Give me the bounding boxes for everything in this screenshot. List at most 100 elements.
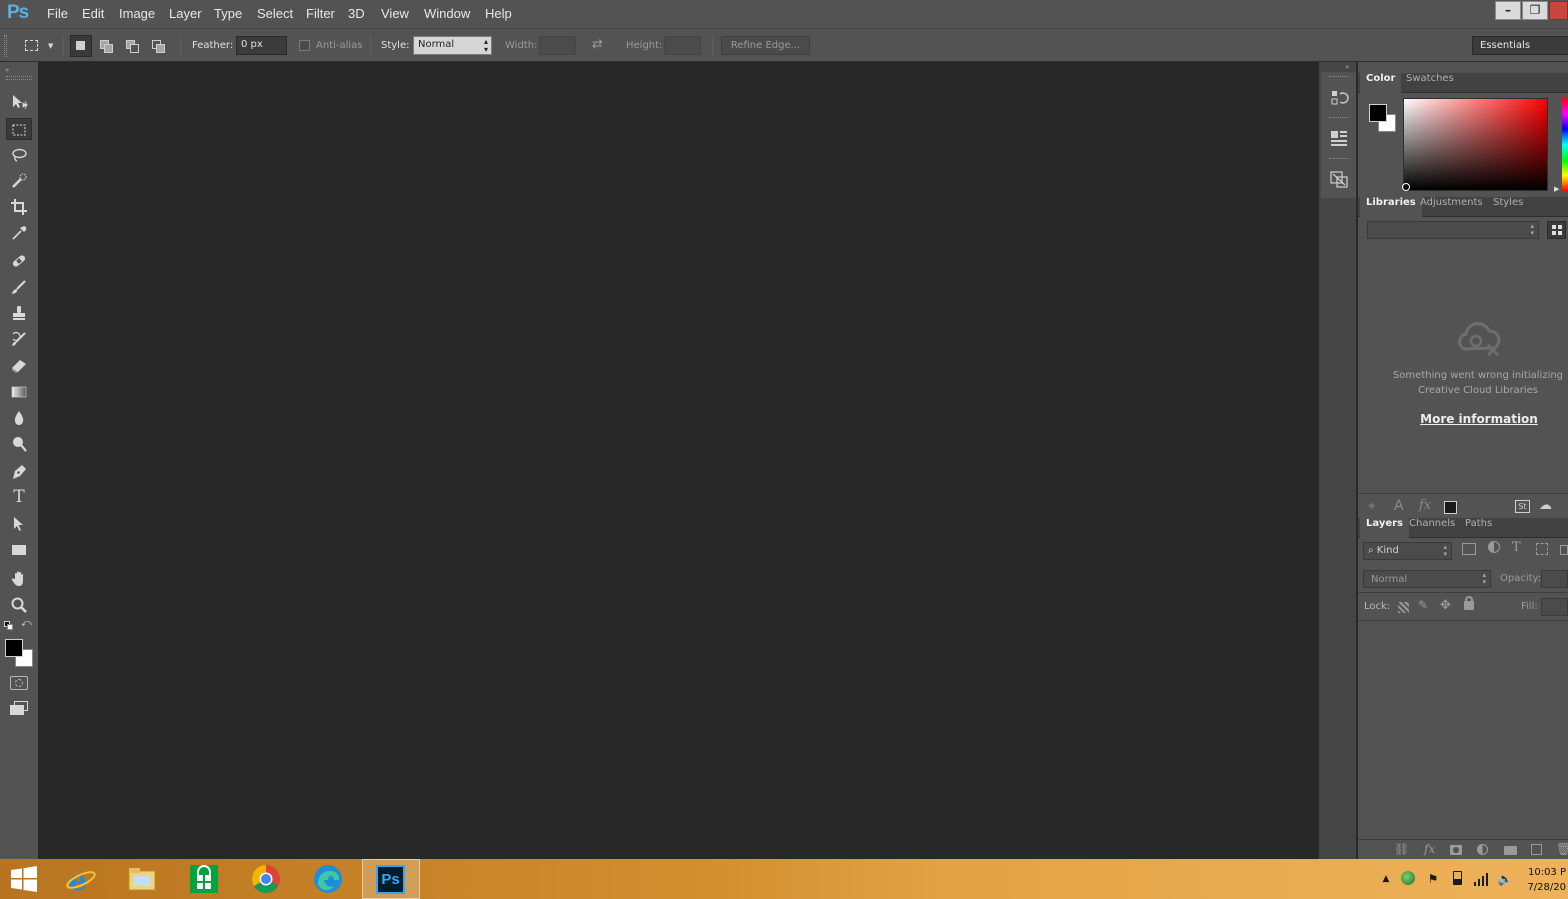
screen-mode-icon[interactable] (9, 701, 29, 717)
move-tool[interactable] (6, 91, 32, 113)
quick-selection-tool[interactable] (6, 170, 32, 192)
quick-mask-icon[interactable] (10, 676, 28, 690)
crop-tool[interactable] (6, 196, 32, 218)
link-layers-icon[interactable]: ⛓ (1394, 842, 1409, 856)
hue-slider[interactable] (1562, 98, 1568, 191)
menu-file[interactable]: File (47, 6, 68, 21)
new-layer-icon[interactable] (1531, 844, 1542, 855)
filter-pixel-icon[interactable] (1462, 543, 1476, 555)
lock-transparency-icon[interactable] (1398, 602, 1409, 613)
color-foreground-swatch[interactable] (1369, 104, 1387, 122)
add-character-style-icon[interactable]: A (1394, 498, 1404, 514)
tab-layers[interactable]: Layers (1360, 518, 1409, 538)
type-tool[interactable]: T (6, 487, 32, 509)
intersect-selection-button[interactable] (147, 35, 169, 57)
taskbar-store[interactable] (176, 859, 234, 899)
subtract-selection-button[interactable] (121, 35, 143, 57)
refine-edge-button[interactable]: Refine Edge... (721, 36, 810, 55)
zoom-tool[interactable] (6, 594, 32, 616)
trash-icon[interactable]: 🗑 (1556, 842, 1568, 856)
collapse-tools-icon[interactable]: » (5, 66, 9, 74)
show-hidden-icons-icon[interactable]: ▲ (1378, 871, 1394, 887)
workspace-switcher[interactable]: Essentials (1472, 36, 1568, 55)
menu-image[interactable]: Image (119, 6, 155, 21)
add-selection-button[interactable] (95, 35, 117, 57)
expand-panels-icon[interactable]: « (1345, 63, 1349, 71)
taskbar-edge[interactable] (300, 859, 358, 899)
grid-view-button[interactable] (1547, 221, 1566, 239)
menu-select[interactable]: Select (257, 6, 293, 21)
tab-paths[interactable]: Paths (1459, 518, 1498, 538)
close-button[interactable] (1549, 1, 1568, 20)
filter-type-icon[interactable]: T (1512, 540, 1521, 555)
tool-preset-picker[interactable]: ▼ (22, 36, 56, 56)
tab-swatches[interactable]: Swatches (1400, 73, 1460, 93)
document-canvas-area[interactable] (40, 62, 1317, 859)
healing-brush-tool[interactable] (6, 250, 32, 272)
properties-panel-icon[interactable] (1329, 128, 1349, 148)
add-layer-style-icon[interactable]: fx (1419, 498, 1431, 513)
cloud-sync-icon[interactable]: ☁ (1539, 498, 1552, 513)
new-selection-button[interactable] (70, 35, 92, 57)
filter-shape-icon[interactable] (1536, 543, 1548, 555)
hand-tool[interactable] (6, 568, 32, 590)
action-center-flag-icon[interactable]: ⚑ (1425, 871, 1441, 887)
stock-icon[interactable]: St (1515, 500, 1530, 513)
pen-tool[interactable] (6, 461, 32, 483)
tab-styles[interactable]: Styles (1487, 197, 1529, 217)
taskbar-internet-explorer[interactable]: e (53, 859, 111, 899)
filter-adjustment-icon[interactable] (1488, 541, 1500, 553)
new-group-folder-icon[interactable] (1504, 846, 1517, 855)
feather-input[interactable]: 0 px (236, 36, 287, 55)
dodge-tool[interactable] (6, 433, 32, 455)
gradient-tool[interactable] (6, 381, 32, 403)
menu-filter[interactable]: Filter (306, 6, 335, 21)
tab-adjustments[interactable]: Adjustments (1414, 197, 1489, 217)
taskbar-clock[interactable]: 10:03 P 7/28/20 (1526, 865, 1566, 895)
clone-stamp-tool[interactable] (6, 302, 32, 324)
layer-kind-filter[interactable]: ⌕ Kind ▴ ▾ (1363, 542, 1452, 560)
brush-tool[interactable] (6, 276, 32, 298)
taskbar-file-explorer[interactable] (114, 859, 172, 899)
history-panel-icon[interactable] (1329, 88, 1349, 108)
info-panel-icon[interactable] (1329, 169, 1349, 189)
height-input[interactable] (664, 36, 701, 55)
lock-image-icon[interactable]: ✎ (1418, 598, 1428, 612)
foreground-color-swatch[interactable] (5, 639, 23, 657)
menu-help[interactable]: Help (485, 6, 512, 21)
tab-libraries[interactable]: Libraries (1360, 197, 1422, 217)
menu-layer[interactable]: Layer (169, 6, 202, 21)
lock-position-icon[interactable]: ✥ (1440, 598, 1451, 613)
more-information-link[interactable]: More information (1358, 412, 1568, 426)
history-brush-tool[interactable] (6, 328, 32, 350)
taskbar-chrome[interactable] (238, 859, 296, 899)
volume-icon[interactable]: 🔈 (1497, 871, 1513, 887)
fill-input[interactable] (1541, 598, 1568, 616)
add-layer-style-icon[interactable]: fx (1424, 842, 1435, 856)
blur-tool[interactable] (6, 407, 32, 429)
menu-edit[interactable]: Edit (82, 6, 104, 21)
menu-3d[interactable]: 3D (348, 6, 365, 21)
default-colors-icon[interactable] (4, 621, 14, 631)
eyedropper-tool[interactable] (6, 222, 32, 244)
network-globe-icon[interactable] (1401, 871, 1417, 887)
menu-window[interactable]: Window (424, 6, 470, 21)
battery-icon[interactable] (1450, 871, 1466, 887)
antialias-checkbox[interactable] (299, 40, 310, 51)
opacity-input[interactable] (1541, 570, 1568, 588)
blend-mode-select[interactable]: Normal ▴ ▾ (1363, 570, 1491, 588)
menu-view[interactable]: View (381, 6, 409, 21)
path-selection-tool[interactable] (6, 513, 32, 535)
minimize-button[interactable]: – (1495, 1, 1521, 20)
eraser-tool[interactable] (6, 354, 32, 376)
rectangle-tool[interactable] (6, 539, 32, 561)
color-spectrum-field[interactable] (1403, 98, 1548, 191)
add-color-swatch-icon[interactable] (1444, 501, 1457, 514)
tab-channels[interactable]: Channels (1403, 518, 1461, 538)
new-adjustment-layer-icon[interactable] (1477, 844, 1488, 855)
swap-colors-icon[interactable]: ⤺ (21, 618, 32, 629)
marquee-tool[interactable] (6, 118, 32, 140)
add-graphic-icon[interactable]: ⌖ (1368, 499, 1375, 514)
lasso-tool[interactable] (6, 144, 32, 166)
swap-dimensions-icon[interactable]: ⇄ (592, 37, 603, 52)
